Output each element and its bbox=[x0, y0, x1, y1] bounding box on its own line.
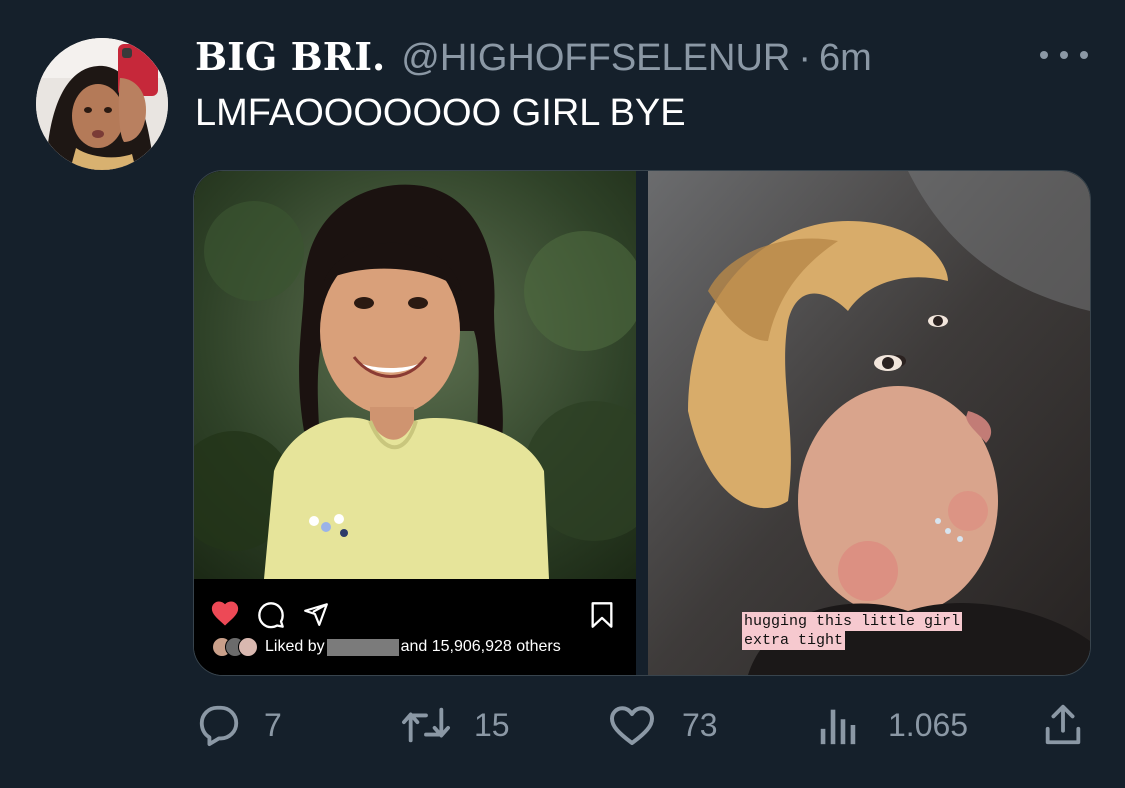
author-handle[interactable]: @HIGHOFFSELENUR bbox=[401, 37, 790, 80]
share-icon bbox=[1045, 704, 1081, 745]
tweet-time[interactable]: 6m bbox=[819, 37, 872, 80]
media-image-right[interactable]: hugging this little girl extra tight bbox=[648, 171, 1090, 675]
tweet-text: LMFAOOOOOOO GIRL BYE bbox=[195, 92, 686, 134]
tweet-actions: 7 15 73 1.065 bbox=[0, 700, 1125, 750]
liked-by-row: Liked by and 15,906,928 others bbox=[212, 637, 561, 657]
story-caption: hugging this little girl extra tight bbox=[742, 612, 963, 650]
ig-send-icon[interactable] bbox=[302, 601, 330, 627]
story-caption-line1: hugging this little girl bbox=[742, 612, 963, 631]
more-icon[interactable] bbox=[1040, 42, 1088, 68]
tweet-media[interactable]: Liked by and 15,906,928 others hugging t… bbox=[193, 170, 1091, 676]
like-button[interactable]: 73 bbox=[608, 700, 718, 750]
child-story-image bbox=[648, 171, 1090, 675]
retweet-count: 15 bbox=[474, 706, 510, 743]
views-button[interactable]: 1.065 bbox=[816, 700, 968, 750]
media-image-left[interactable]: Liked by and 15,906,928 others bbox=[194, 171, 636, 675]
ig-comment-icon[interactable] bbox=[257, 601, 285, 629]
retweet-button[interactable]: 15 bbox=[398, 700, 510, 750]
media-divider bbox=[636, 171, 648, 675]
liker-avatars bbox=[212, 637, 258, 657]
retweet-icon bbox=[402, 707, 450, 743]
story-caption-line2: extra tight bbox=[742, 631, 846, 650]
share-button[interactable] bbox=[1040, 700, 1086, 750]
liked-by-prefix: Liked by bbox=[265, 638, 325, 655]
author-name[interactable]: BIG BRI. bbox=[195, 34, 385, 79]
tweet-header: BIG BRI. @HIGHOFFSELENUR · 6m bbox=[195, 34, 872, 80]
reply-button[interactable]: 7 bbox=[196, 700, 282, 750]
redacted-username bbox=[326, 638, 399, 656]
views-count: 1.065 bbox=[888, 706, 969, 743]
views-icon bbox=[820, 709, 856, 745]
reply-icon bbox=[199, 705, 239, 747]
tweet: BIG BRI. @HIGHOFFSELENUR · 6m LMFAOOOOOO… bbox=[0, 0, 1125, 788]
like-count: 73 bbox=[682, 706, 718, 743]
child-portrait-image bbox=[194, 171, 636, 579]
like-icon bbox=[610, 706, 654, 745]
ig-bookmark-icon[interactable] bbox=[590, 601, 614, 629]
liked-by-suffix: and 15,906,928 others bbox=[400, 638, 561, 655]
time-separator: · bbox=[798, 37, 811, 79]
avatar[interactable] bbox=[36, 38, 168, 170]
avatar-image bbox=[36, 38, 168, 170]
reply-count: 7 bbox=[264, 706, 282, 743]
ig-heart-icon[interactable] bbox=[210, 599, 240, 627]
instagram-action-bar bbox=[194, 579, 636, 675]
